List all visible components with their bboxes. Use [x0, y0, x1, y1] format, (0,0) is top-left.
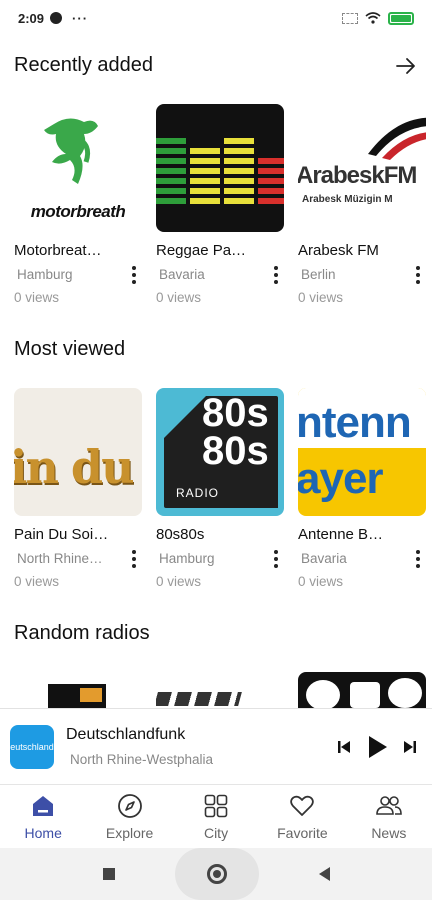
station-region: Bavaria: [301, 551, 347, 566]
compass-icon: [117, 793, 142, 818]
station-logo: [156, 104, 284, 232]
station-logo: ntenn ayer: [298, 388, 426, 516]
station-card[interactable]: [298, 672, 426, 708]
more-options-icon[interactable]: [128, 548, 140, 570]
arrow-right-icon[interactable]: [394, 54, 418, 78]
nav-favorite[interactable]: Favorite: [259, 785, 345, 848]
nav-label: Home: [24, 824, 62, 841]
people-icon: [376, 795, 402, 815]
more-options-icon[interactable]: [128, 264, 140, 286]
now-playing-title: Deutschlandfunk: [66, 726, 186, 743]
nav-label: Explore: [105, 824, 154, 841]
more-options-icon[interactable]: [270, 264, 282, 286]
station-views: 0 views: [156, 574, 202, 589]
station-name: 80s80s: [156, 526, 205, 543]
station-name: Arabesk FM: [298, 242, 379, 259]
battery-icon: [388, 11, 414, 25]
station-logo-text: ArabeskFM: [298, 162, 417, 189]
station-logo-subtext: Arabesk Müzigin M: [302, 194, 393, 205]
skip-previous-icon[interactable]: [336, 739, 352, 755]
system-navigation-bar: [0, 848, 432, 900]
station-card[interactable]: Reggae Pa… Bavaria 0 views: [156, 104, 284, 305]
more-options-icon[interactable]: [412, 548, 424, 570]
most-viewed-row: in du s Pain Du Soi… North Rhine… 0 view…: [14, 388, 432, 589]
home-button[interactable]: [174, 848, 259, 900]
most-viewed-title: Most viewed: [14, 338, 126, 360]
station-views: 0 views: [156, 290, 202, 305]
station-logo-text: 80s 80s: [202, 391, 269, 473]
station-logo-text-2: ayer: [298, 454, 384, 503]
nav-label: Favorite: [277, 824, 328, 841]
station-logo: [14, 672, 142, 708]
station-name: Antenne B…: [298, 526, 384, 543]
more-options-icon[interactable]: [270, 548, 282, 570]
signal-icon: [342, 12, 358, 24]
station-logo-text: ntenn: [298, 398, 412, 447]
station-card[interactable]: [156, 672, 284, 708]
station-card[interactable]: motorbreath Motorbreat… Hamburg 0 views: [14, 104, 142, 305]
station-views: 0 views: [14, 574, 60, 589]
station-card[interactable]: ArabeskFM Arabesk Müzigin M Arabesk FM B…: [298, 104, 426, 305]
wifi-icon: [365, 12, 381, 24]
station-card[interactable]: ntenn ayer Antenne B… Bavaria 0 views: [298, 388, 426, 589]
recently-added-title: Recently added: [14, 54, 153, 76]
nav-explore[interactable]: Explore: [86, 785, 172, 848]
grid-icon: [204, 794, 228, 817]
station-region: Hamburg: [17, 267, 73, 282]
station-card[interactable]: [14, 672, 142, 708]
random-radios-row: [14, 672, 432, 708]
station-logo: in du s: [14, 388, 142, 516]
station-region: Berlin: [301, 267, 336, 282]
nav-news[interactable]: News: [346, 785, 432, 848]
more-options-icon[interactable]: [412, 264, 424, 286]
station-logo: [298, 672, 426, 708]
now-playing-bar[interactable]: eutschland Deutschlandfunk North Rhine-W…: [0, 708, 432, 784]
station-card[interactable]: 80s 80s RADIO 80s80s Hamburg 0 views: [156, 388, 284, 589]
play-icon[interactable]: [366, 735, 388, 759]
home-icon: [33, 795, 54, 816]
random-radios-title: Random radios: [14, 622, 150, 644]
now-playing-logo: eutschland: [10, 724, 54, 769]
status-time: 2:09: [18, 10, 45, 26]
station-card[interactable]: in du s Pain Du Soi… North Rhine… 0 view…: [14, 388, 142, 589]
station-views: 0 views: [14, 290, 60, 305]
station-views: 0 views: [298, 290, 344, 305]
nav-home[interactable]: Home: [0, 785, 86, 848]
station-region: Bavaria: [159, 267, 205, 282]
bottom-navigation: Home Explore City Favorite News: [0, 784, 432, 848]
nav-label: News: [371, 824, 407, 841]
recents-button[interactable]: [102, 868, 115, 880]
now-playing-subtitle: North Rhine-Westphalia: [70, 752, 214, 767]
station-views: 0 views: [298, 574, 344, 589]
back-button[interactable]: [318, 867, 330, 881]
recently-added-row: motorbreath Motorbreat… Hamburg 0 views …: [14, 104, 432, 305]
station-logo: motorbreath: [14, 104, 142, 232]
station-logo-text: motorbreath: [30, 202, 126, 221]
station-logo: 80s 80s RADIO: [156, 388, 284, 516]
status-bar: 2:09 ···: [0, 0, 432, 36]
nav-city[interactable]: City: [173, 785, 259, 848]
nav-label: City: [203, 824, 229, 841]
station-logo: ArabeskFM Arabesk Müzigin M: [298, 104, 426, 232]
station-logo-tag: RADIO: [176, 486, 220, 500]
station-name: Pain Du Soi…: [14, 526, 109, 543]
station-name: Reggae Pa…: [156, 242, 247, 259]
station-name: Motorbreat…: [14, 242, 102, 259]
station-region: North Rhine…: [17, 551, 103, 566]
station-logo-text: in du s: [14, 440, 142, 494]
station-region: Hamburg: [159, 551, 215, 566]
skip-next-icon[interactable]: [402, 739, 418, 755]
more-notifications-icon: ···: [72, 10, 89, 26]
heart-icon: [290, 795, 315, 816]
notification-icon: [50, 12, 63, 24]
station-logo: [156, 672, 284, 708]
